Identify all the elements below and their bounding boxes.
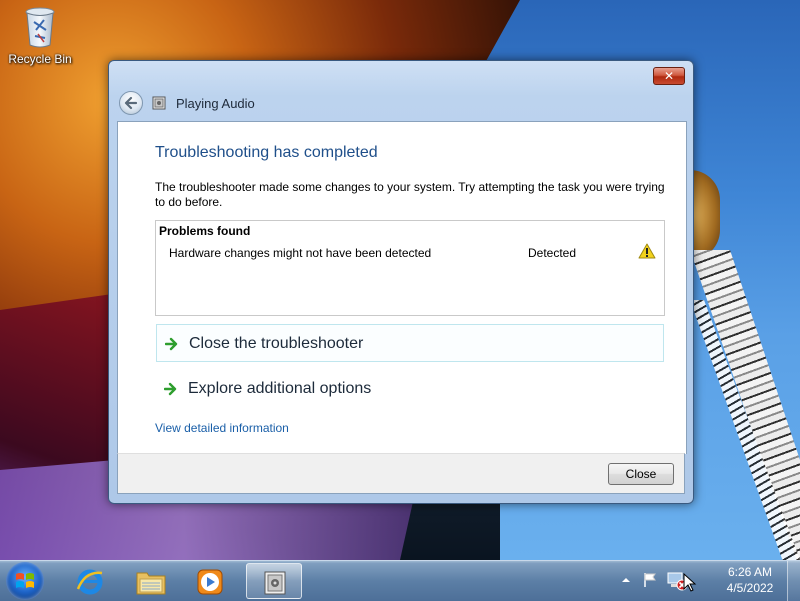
media-player-icon (197, 569, 223, 595)
desktop-icon-label: Recycle Bin (8, 52, 72, 66)
content-pane: Troubleshooting has completed The troubl… (117, 121, 687, 454)
page-heading: Troubleshooting has completed (155, 144, 378, 161)
show-hidden-icons-button[interactable] (621, 574, 631, 588)
taskbar-internet-explorer[interactable] (62, 563, 118, 599)
ie-icon (76, 569, 103, 595)
view-detailed-information-link[interactable]: View detailed information (155, 421, 289, 435)
show-desktop-button[interactable] (787, 561, 800, 601)
problem-text: Hardware changes might not have been det… (169, 246, 432, 260)
taskbar-troubleshooter[interactable] (246, 563, 302, 599)
troubleshooter-icon (264, 571, 286, 595)
warning-icon (638, 243, 656, 259)
back-arrow-icon (124, 96, 138, 110)
problem-status: Detected (528, 246, 577, 260)
taskbar-media-player[interactable] (182, 563, 238, 599)
green-arrow-icon (165, 337, 178, 351)
troubleshooter-window: ✕ Playing Audio Troubleshooting has comp… (108, 60, 694, 504)
explore-options-command[interactable]: Explore additional options (156, 370, 664, 408)
page-description: The troubleshooter made some changes to … (155, 180, 665, 209)
mouse-cursor (683, 572, 697, 596)
taskbar-clock[interactable]: 6:26 AM 4/5/2022 (716, 564, 784, 596)
taskbar: 6:26 AM 4/5/2022 (0, 560, 800, 601)
action-center-flag-icon[interactable] (642, 572, 658, 591)
problems-found-list: Problems found Hardware changes might no… (155, 220, 665, 316)
close-button[interactable]: Close (608, 463, 674, 485)
windows-logo-icon (16, 573, 34, 588)
back-button[interactable] (119, 91, 143, 115)
clock-time: 6:26 AM (727, 565, 773, 579)
command-label: Explore additional options (188, 380, 372, 397)
troubleshooter-title-icon (152, 96, 166, 110)
wallpaper-tower-leg (690, 250, 800, 560)
dialog-footer: Close (117, 453, 685, 494)
window-title: Playing Audio (176, 96, 255, 111)
taskbar-windows-explorer[interactable] (122, 563, 178, 599)
recycle-bin-icon (24, 6, 56, 48)
clock-date: 4/5/2022 (726, 581, 774, 595)
start-button[interactable] (6, 562, 44, 600)
green-arrow-icon (164, 382, 177, 396)
folder-icon (136, 572, 166, 595)
problems-header: Problems found (159, 224, 251, 238)
window-close-button[interactable]: ✕ (653, 67, 685, 85)
desktop-icon-recycle-bin[interactable]: Recycle Bin (4, 6, 76, 66)
command-label: Close the troubleshooter (189, 335, 364, 352)
close-troubleshooter-command[interactable]: Close the troubleshooter (156, 324, 664, 362)
